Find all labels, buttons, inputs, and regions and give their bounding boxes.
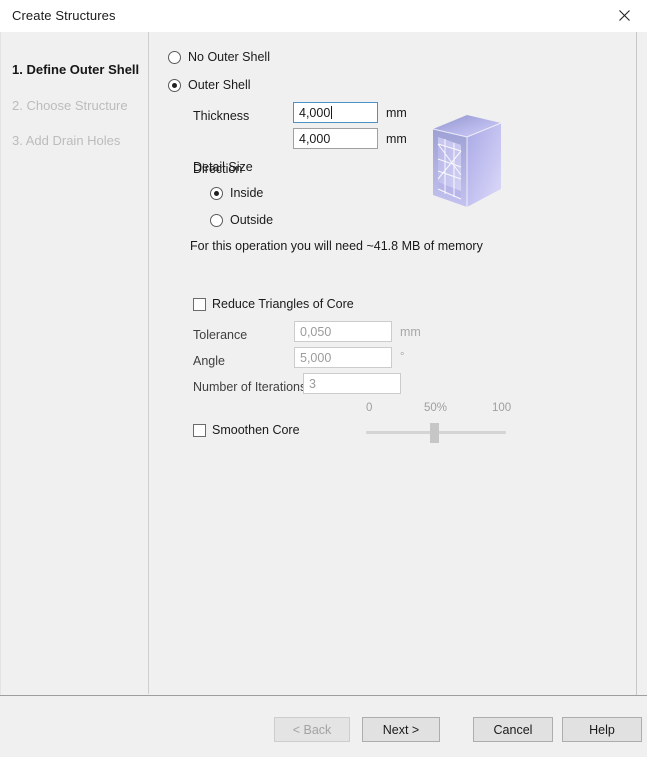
angle-input[interactable]: 5,000 bbox=[294, 347, 392, 368]
thickness-label: Thickness bbox=[193, 109, 250, 123]
dialog-right-border bbox=[636, 32, 637, 695]
radio-direction-outside[interactable]: Outside bbox=[210, 213, 273, 227]
text-caret bbox=[331, 106, 333, 119]
cancel-button[interactable]: Cancel bbox=[473, 717, 553, 742]
radio-circle-icon bbox=[168, 50, 181, 64]
checkbox-reduce-triangles-of-core[interactable]: Reduce Triangles of Core bbox=[193, 297, 354, 311]
smoothen-core-label: Smoothen Core bbox=[212, 423, 300, 437]
radio-outer-shell[interactable]: Outer Shell bbox=[168, 78, 251, 92]
direction-label: Direction bbox=[193, 162, 243, 176]
radio-circle-selected-icon bbox=[168, 78, 181, 92]
slider-tick-mid: 50% bbox=[424, 402, 448, 414]
back-button[interactable]: < Back bbox=[274, 717, 350, 742]
slider-tick-max: 100 bbox=[492, 402, 512, 414]
tolerance-unit: mm bbox=[400, 325, 421, 339]
title-bar: Create Structures bbox=[0, 0, 647, 33]
iterations-input[interactable]: 3 bbox=[303, 373, 401, 394]
window-title: Create Structures bbox=[12, 8, 116, 23]
radio-outer-shell-label: Outer Shell bbox=[188, 78, 251, 92]
checkbox-square-icon bbox=[193, 423, 206, 437]
detail-size-input[interactable]: 4,000 bbox=[293, 128, 378, 149]
tolerance-label: Tolerance bbox=[193, 328, 248, 342]
help-button[interactable]: Help bbox=[562, 717, 642, 742]
checkbox-smoothen-core[interactable]: Smoothen Core bbox=[193, 423, 300, 437]
memory-estimate-text: For this operation you will need ~41.8 M… bbox=[190, 239, 483, 253]
tolerance-input[interactable]: 0,050 bbox=[294, 321, 392, 342]
radio-outside-label: Outside bbox=[230, 213, 274, 227]
thickness-unit: mm bbox=[386, 106, 407, 120]
smoothen-slider-thumb[interactable] bbox=[430, 423, 439, 443]
iterations-label: Number of Iterations bbox=[193, 380, 307, 394]
radio-direction-inside[interactable]: Inside bbox=[210, 186, 263, 200]
checkbox-square-icon bbox=[193, 297, 206, 311]
slider-tick-min: 0 bbox=[366, 402, 373, 414]
dialog-left-border bbox=[0, 32, 1, 695]
angle-label: Angle bbox=[193, 354, 225, 368]
close-icon bbox=[618, 10, 630, 21]
next-button[interactable]: Next > bbox=[362, 717, 440, 742]
radio-inside-label: Inside bbox=[230, 186, 264, 200]
sidebar-step-add-drain-holes: 3. Add Drain Holes bbox=[12, 133, 121, 148]
detail-size-value: 4,000 bbox=[299, 131, 331, 146]
dialog-body: 1. Define Outer Shell 2. Choose Structur… bbox=[0, 32, 647, 695]
radio-no-outer-shell-label: No Outer Shell bbox=[188, 50, 270, 64]
radio-no-outer-shell[interactable]: No Outer Shell bbox=[168, 50, 270, 64]
sidebar-step-choose-structure: 2. Choose Structure bbox=[12, 98, 128, 113]
detail-size-unit: mm bbox=[386, 132, 407, 146]
smoothen-slider-area: 0 50% 100 bbox=[366, 402, 516, 443]
thickness-value: 4,000 bbox=[299, 105, 331, 120]
hollow-cube-icon bbox=[432, 115, 502, 207]
reduce-triangles-label: Reduce Triangles of Core bbox=[212, 297, 354, 311]
angle-value: 5,000 bbox=[300, 350, 332, 365]
thickness-input[interactable]: 4,000 bbox=[293, 102, 378, 123]
close-button[interactable] bbox=[601, 0, 647, 31]
iterations-value: 3 bbox=[309, 376, 316, 391]
radio-circle-icon bbox=[210, 213, 223, 227]
main-pane: No Outer Shell Outer Shell Thickness 4,0… bbox=[148, 32, 636, 695]
tolerance-value: 0,050 bbox=[300, 324, 332, 339]
footer-button-bar: < Back Next > Cancel Help bbox=[0, 696, 647, 757]
angle-unit: ° bbox=[400, 351, 405, 363]
panel-divider bbox=[148, 32, 149, 694]
radio-circle-selected-icon bbox=[210, 186, 223, 200]
sidebar-step-define-outer-shell[interactable]: 1. Define Outer Shell bbox=[12, 62, 139, 77]
